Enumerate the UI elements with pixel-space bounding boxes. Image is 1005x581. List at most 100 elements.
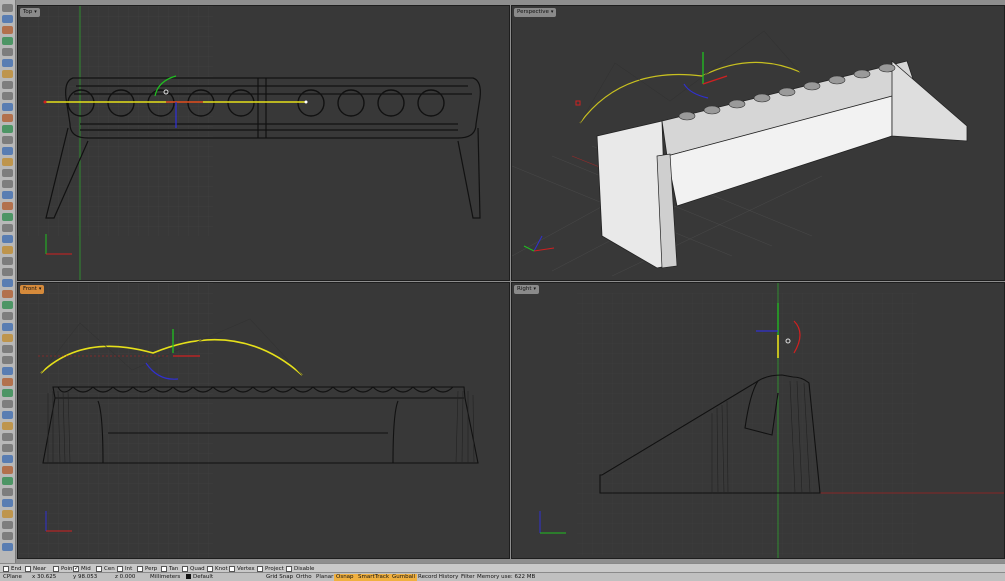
tool-button-icon[interactable] [2, 246, 13, 254]
checkbox[interactable] [3, 565, 9, 572]
viewport-label: Front [23, 286, 37, 292]
osnap-end[interactable]: End [3, 565, 21, 572]
tool-button-icon[interactable] [2, 521, 13, 529]
checkbox[interactable] [25, 565, 31, 572]
tool-button-icon[interactable] [2, 59, 13, 67]
checkbox[interactable] [73, 565, 79, 572]
tool-button-icon[interactable] [2, 235, 13, 243]
tool-button-icon[interactable] [2, 70, 13, 78]
checkbox[interactable] [286, 565, 292, 572]
viewport-tab-perspective[interactable]: Perspective ▾ [514, 8, 557, 17]
tool-button-icon[interactable] [2, 499, 13, 507]
tool-button-icon[interactable] [2, 180, 13, 188]
smarttrack-toggle[interactable]: SmartTrack [356, 574, 392, 581]
checkbox[interactable] [137, 565, 143, 572]
tool-button-icon[interactable] [2, 433, 13, 441]
tool-button-icon[interactable] [2, 389, 13, 397]
tool-button-icon[interactable] [2, 103, 13, 111]
axis-indicator [523, 235, 555, 252]
osnap-toggle[interactable]: Osnap [334, 574, 356, 581]
grid-snap-toggle[interactable]: Grid Snap [266, 574, 293, 581]
osnap-knot[interactable]: Knot [207, 565, 228, 572]
gumball[interactable] [575, 52, 728, 106]
viewport-top[interactable]: Top ▾ [17, 5, 510, 281]
tool-button-icon[interactable] [2, 147, 13, 155]
checkbox[interactable] [96, 565, 102, 572]
tool-button-icon[interactable] [2, 4, 13, 12]
tool-button-icon[interactable] [2, 323, 13, 331]
tool-button-icon[interactable] [2, 26, 13, 34]
osnap-label: Project [265, 565, 284, 572]
tool-button-icon[interactable] [2, 224, 13, 232]
checkbox[interactable] [117, 565, 123, 572]
tool-button-icon[interactable] [2, 488, 13, 496]
checkbox[interactable] [207, 565, 213, 572]
osnap-quad[interactable]: Quad [182, 565, 205, 572]
osnap-point[interactable]: Point [53, 565, 75, 572]
tool-button-icon[interactable] [2, 92, 13, 100]
record-history-toggle[interactable]: Record History [418, 574, 458, 581]
tool-button-icon[interactable] [2, 411, 13, 419]
viewport-tab-right[interactable]: Right ▾ [514, 285, 539, 294]
osnap-tan[interactable]: Tan [161, 565, 178, 572]
osnap-project[interactable]: Project [257, 565, 284, 572]
layer-indicator[interactable]: Default [186, 574, 213, 581]
tool-button-icon[interactable] [2, 114, 13, 122]
osnap-near[interactable]: Near [25, 565, 46, 572]
tool-button-icon[interactable] [2, 345, 13, 353]
tool-button-icon[interactable] [2, 202, 13, 210]
tool-button-icon[interactable] [2, 257, 13, 265]
ortho-toggle[interactable]: Ortho [296, 574, 312, 581]
viewport-tab-top[interactable]: Top ▾ [20, 8, 40, 17]
tool-button-icon[interactable] [2, 169, 13, 177]
osnap-disable[interactable]: Disable [286, 565, 314, 572]
tool-button-icon[interactable] [2, 400, 13, 408]
filter-toggle[interactable]: Filter [461, 574, 475, 581]
tool-button-icon[interactable] [2, 444, 13, 452]
checkbox[interactable] [182, 565, 188, 572]
tool-button-icon[interactable] [2, 378, 13, 386]
tool-button-icon[interactable] [2, 268, 13, 276]
tool-button-icon[interactable] [2, 312, 13, 320]
tool-button-icon[interactable] [2, 477, 13, 485]
tool-button-icon[interactable] [2, 15, 13, 23]
tool-button-icon[interactable] [2, 213, 13, 221]
tool-button-icon[interactable] [2, 301, 13, 309]
tool-button-icon[interactable] [2, 543, 13, 551]
tool-button-icon[interactable] [2, 136, 13, 144]
tool-button-icon[interactable] [2, 356, 13, 364]
osnap-perp[interactable]: Perp [137, 565, 157, 572]
osnap-mid[interactable]: Mid [73, 565, 91, 572]
tool-button-icon[interactable] [2, 334, 13, 342]
units-label[interactable]: Millimeters [150, 574, 180, 581]
tool-button-icon[interactable] [2, 81, 13, 89]
tool-button-icon[interactable] [2, 532, 13, 540]
tool-button-icon[interactable] [2, 367, 13, 375]
planar-toggle[interactable]: Planar [316, 574, 333, 581]
cplane-label[interactable]: CPlane [3, 574, 22, 581]
osnap-vertex[interactable]: Vertex [229, 565, 255, 572]
tool-button-icon[interactable] [2, 510, 13, 518]
tool-button-icon[interactable] [2, 466, 13, 474]
tool-button-icon[interactable] [2, 48, 13, 56]
tool-button-icon[interactable] [2, 290, 13, 298]
checkbox[interactable] [257, 565, 263, 572]
checkbox[interactable] [53, 565, 59, 572]
checkbox[interactable] [229, 565, 235, 572]
tool-button-icon[interactable] [2, 422, 13, 430]
osnap-cen[interactable]: Cen [96, 565, 115, 572]
viewport-front[interactable]: Front ▾ [17, 282, 510, 559]
osnap-int[interactable]: Int [117, 565, 132, 572]
viewport-tab-front[interactable]: Front ▾ [20, 285, 45, 294]
gumball-toggle[interactable]: Gumball [390, 574, 418, 581]
viewport-right[interactable]: Right ▾ [511, 282, 1005, 559]
tool-button-icon[interactable] [2, 158, 13, 166]
tool-button-icon[interactable] [2, 191, 13, 199]
viewport-perspective[interactable]: Perspective ▾ [511, 5, 1005, 281]
checkbox[interactable] [161, 565, 167, 572]
tool-button-icon[interactable] [2, 279, 13, 287]
tool-button-icon[interactable] [2, 455, 13, 463]
tool-button-icon[interactable] [2, 125, 13, 133]
tool-button-icon[interactable] [2, 37, 13, 45]
osnap-bar: End Near Point Mid Cen Int Perp Tan Quad Knot Vert… [0, 563, 1005, 572]
